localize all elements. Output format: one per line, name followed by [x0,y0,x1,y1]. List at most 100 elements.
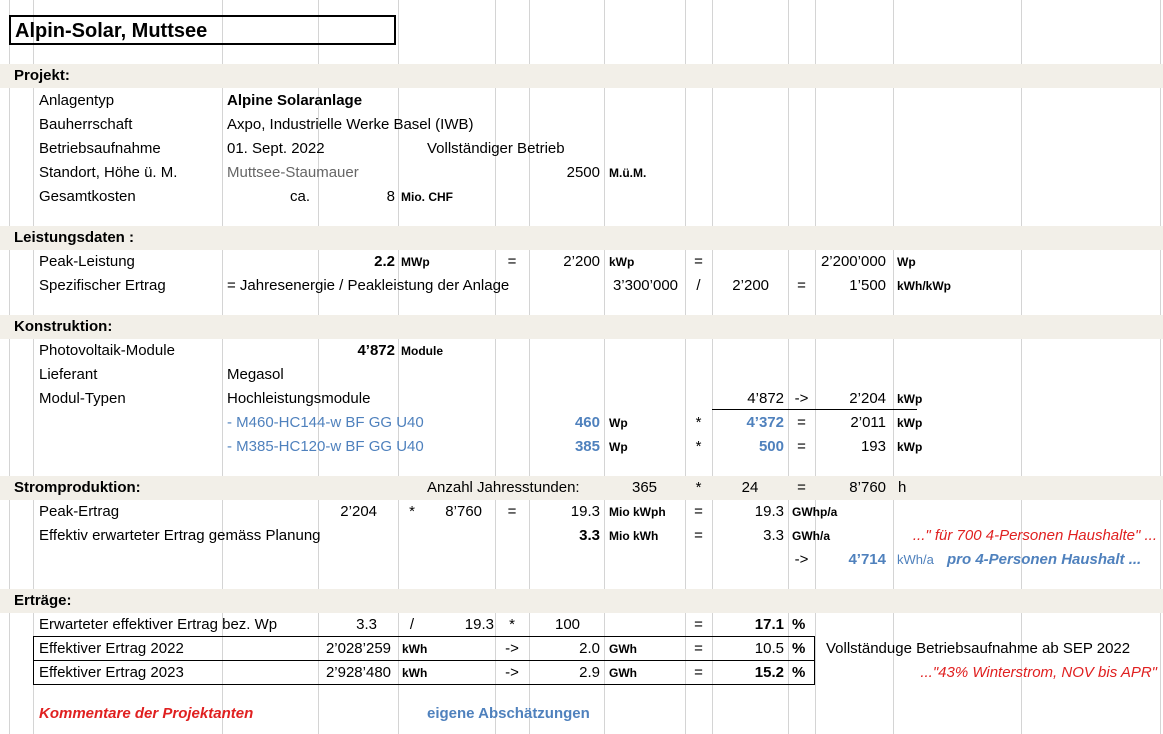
peak-kwp-unit: kWp [609,255,635,269]
module-kwp-unit: kWp [897,416,923,430]
multiply-sign: * [695,479,702,496]
section-band [0,315,1163,339]
peak-leistung-unit: MWp [401,255,430,269]
section-header-leistung: Leistungsdaten : [14,229,135,246]
winterstrom-comment: ..."43% Winterstrom, NOV bis APR" [920,664,1157,681]
peak-wp-unit: Wp [897,255,916,269]
haushalt-text: pro 4-Personen Haushalt ... [947,551,1142,568]
grid-col-line [1021,0,1022,734]
peak-ertrag-kwp: 2’204 [340,503,377,520]
peak-kwp-value: 2’200 [563,253,600,270]
ertrag-2023-label: Effektiver Ertrag 2023 [39,664,184,681]
eff-ertrag-unit: Mio kWh [609,529,659,543]
multiply-sign: * [409,503,415,520]
equals-sign: = [797,277,806,294]
eff-ertrag-label: Effektiv erwarteter Ertrag gemäss Planun… [39,527,321,544]
arrow-sign: -> [794,390,809,407]
eff-ertrag-gwh-unit: GWh/a [792,529,830,543]
grid-col-line [1160,0,1161,734]
percent-unit: % [792,640,806,657]
equals-sign: = [694,616,703,633]
section-header-ertraege: Erträge: [14,592,72,609]
haushalte-comment: ..." für 700 4-Personen Haushalte" ... [912,527,1157,544]
arrow-sign: -> [794,551,809,568]
module-wp-value: 460 [574,414,600,431]
multiply-sign: * [509,616,515,633]
ertrag-2022-kwh-unit: kWh [402,642,428,656]
standort-value: Muttsee-Staumauer [227,164,359,181]
gesamtkosten-label: Gesamtkosten [39,188,136,205]
bez-wp-value: 17.1 [754,616,784,633]
peak-wp-value: 2’200’000 [820,253,886,270]
modul-typen-value: Hochleistungsmodule [227,390,371,407]
lieferant-value: Megasol [227,366,284,383]
gesamtkosten-ca: ca. [290,188,311,205]
ertrag-2022-gwh-unit: GWh [609,642,637,656]
pv-module-unit: Module [401,344,443,358]
spez-energy-value: 3’300’000 [612,277,678,294]
hours-unit: h [898,479,907,496]
equals-sign: = [694,664,703,681]
ertrag-2022-pct: 10.5 [754,640,784,657]
peak-ertrag-gwh-unit: GWhp/a [792,505,838,519]
hoehe-value: 2500 [566,164,600,181]
peak-ertrag-label: Peak-Ertrag [39,503,120,520]
equals-sign: = [694,640,703,657]
gesamtkosten-value: 8 [386,188,395,205]
module-type-name: - M385-HC120-w BF GG U40 [227,438,424,455]
haushalt-unit: kWh/a [897,552,934,567]
sum-divider-line [712,409,917,410]
section-band [0,589,1163,613]
grid-col-line [529,0,530,734]
section-band [0,476,1163,500]
peak-ertrag-gwh: 19.3 [754,503,784,520]
peak-ertrag-value: 19.3 [570,503,600,520]
ertrag-2023-kwh-unit: kWh [402,666,428,680]
ertrag-2022-label: Effektiver Ertrag 2022 [39,640,184,657]
section-header-strom: Stromproduktion: [14,479,141,496]
ertrag-2022-gwh: 2.0 [579,640,600,657]
ertrag-2022-kwh: 2’028’259 [325,640,391,657]
ertrag-2023-pct: 15.2 [754,664,784,681]
module-count: 4’372 [746,414,784,431]
grid-col-line [33,0,34,734]
bez-a-value: 3.3 [356,616,377,633]
section-band [0,64,1163,88]
module-type-name: - M460-HC144-w BF GG U40 [227,414,424,431]
bauherrschaft-value: Axpo, Industrielle Werke Basel (IWB) [227,116,474,133]
module-wp-value: 385 [574,438,600,455]
eigene-legend: eigene Abschätzungen [427,705,590,722]
total-hours-value: 8’760 [849,479,886,496]
equals-sign: = [694,527,703,544]
module-kwp: 193 [860,438,886,455]
equals-sign: = [694,503,703,520]
spez-ertrag-value: 1’500 [849,277,886,294]
eff-ertrag-value: 3.3 [579,527,600,544]
section-header-konstruktion: Konstruktion: [14,318,113,335]
modul-typen-kwp: 2’204 [849,390,886,407]
ertrag-2023-gwh-unit: GWh [609,666,637,680]
hours-value: 24 [741,479,759,496]
betriebsaufnahme-label: Betriebsaufnahme [39,140,161,157]
lieferant-label: Lieferant [39,366,98,383]
bez-b-value: 19.3 [464,616,494,633]
grid-col-line [9,0,10,734]
module-wp-unit: Wp [609,416,628,430]
ertrag-2023-kwh: 2’928’480 [325,664,391,681]
equals-sign: = [797,438,806,455]
peak-leistung-label: Peak-Leistung [39,253,135,270]
equals-sign: = [507,503,517,520]
peak-ertrag-unit: Mio kWph [609,505,666,519]
multiply-sign: * [695,438,702,455]
days-value: 365 [631,479,658,496]
modul-typen-count: 4’872 [747,390,784,407]
anlagentyp-label: Anlagentyp [39,92,115,109]
module-kwp-unit: kWp [897,440,923,454]
divide-sign: / [696,277,701,294]
anlagentyp-value: Alpine Solaranlage [227,92,363,109]
betriebsaufnahme-value: 01. Sept. 2022 [227,140,325,157]
hoehe-unit: M.ü.M. [609,166,647,180]
module-count: 500 [758,438,784,455]
percent-unit: % [792,664,806,681]
module-kwp: 2’011 [850,414,886,431]
